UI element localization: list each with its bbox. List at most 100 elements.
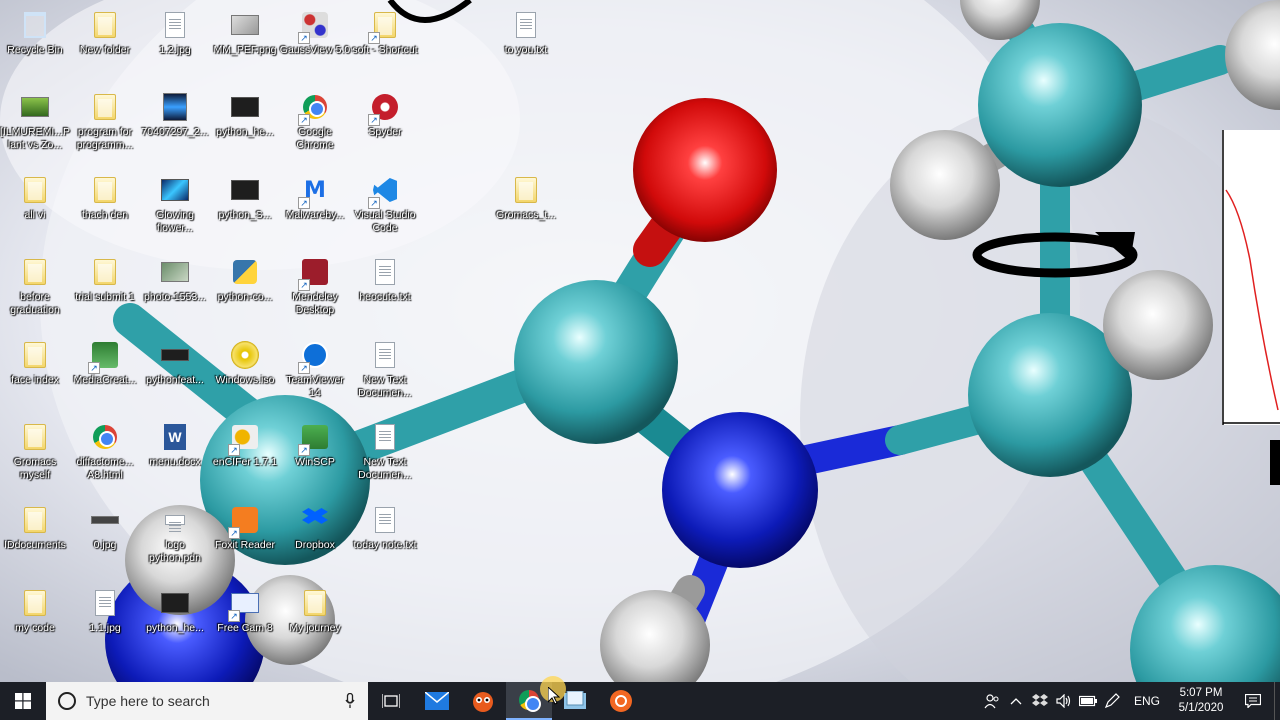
desktop-icon-dropbox[interactable]: Dropbox — [280, 501, 350, 552]
taskbar-mail-button[interactable] — [414, 682, 460, 720]
desktop-icon-spyder[interactable]: Spyder — [350, 88, 420, 139]
desktop-icon-70407297[interactable]: 70407297_2... — [140, 88, 210, 139]
desktop-icon-media-creation[interactable]: MediaCreat... — [70, 336, 140, 387]
freecam-icon — [228, 588, 260, 622]
mendeley-icon — [298, 257, 330, 291]
desktop-icon-new-text-document-2[interactable]: New Text Documen... — [350, 418, 420, 482]
desktop-icon-my-journey[interactable]: My journey — [280, 584, 350, 635]
desktop-icon-gromacs-t[interactable]: Gromacs_t... — [491, 171, 561, 222]
desktop-icon-to-you-txt[interactable]: to you.txt — [491, 6, 561, 57]
microphone-icon[interactable] — [340, 682, 360, 720]
recycle-bin-icon — [20, 10, 50, 40]
desktop-icon-all-vi[interactable]: all vi — [0, 171, 70, 222]
volume-icon[interactable] — [1052, 682, 1076, 720]
desktop-icon-python-he-1[interactable]: python_he... — [210, 88, 280, 139]
desktop-icon-glowing-flower[interactable]: Glowing flower... — [140, 171, 210, 235]
disc-image-icon — [230, 340, 260, 370]
desktop-icon-diffactome-html[interactable]: diffactome... A8.html — [70, 418, 140, 482]
folder-icon — [511, 175, 541, 205]
windows-logo-icon — [15, 693, 31, 709]
teamviewer-icon — [298, 340, 330, 374]
show-desktop-button[interactable] — [1274, 682, 1280, 720]
chrome-icon — [90, 422, 120, 452]
desktop-icon-teamviewer[interactable]: TeamViewer 14 — [280, 336, 350, 400]
desktop-icon-photo-1553[interactable]: photo-1553... — [140, 253, 210, 304]
desktop-icon-1-2-jpg[interactable]: 1.2.jpg — [140, 6, 210, 57]
desktop-icon-gaussview[interactable]: GaussView 5.0 — [280, 6, 350, 57]
desktop-icon-encifer[interactable]: enCIFer 1.7.1 — [210, 418, 280, 469]
desktop-icon-before-graduation[interactable]: before graduation — [0, 253, 70, 317]
folder-icon — [20, 588, 50, 618]
desktop-icon-iddocuments[interactable]: IDdocuments — [0, 501, 70, 552]
desktop-icon-python-s[interactable]: python_S... — [210, 171, 280, 222]
text-file-icon — [370, 505, 400, 535]
system-clock[interactable]: 5:07 PM 5/1/2020 — [1170, 686, 1232, 716]
desktop-icon-today-note-txt[interactable]: today note.txt — [350, 501, 420, 552]
image-file-icon — [230, 10, 260, 40]
desktop-icon-1-1-jpg[interactable]: 1.1.jpg — [70, 584, 140, 635]
gaussview-icon — [298, 10, 330, 44]
malwarebytes-icon: M — [298, 175, 330, 209]
pen-ink-icon[interactable] — [1100, 682, 1124, 720]
desktop-icon-heocute-txt[interactable]: heocute.txt — [350, 253, 420, 304]
folder-icon — [20, 175, 50, 205]
show-hidden-icons-chevron-up-icon[interactable] — [1004, 682, 1028, 720]
desktop-icon-face-index[interactable]: face index — [0, 336, 70, 387]
desktop-icon-0-jpg[interactable]: 0.jpg — [70, 501, 140, 552]
desktop-icon-python-he-2[interactable]: python_he... — [140, 584, 210, 635]
desktop-icon-gromacs-myself[interactable]: Gromacs myself — [0, 418, 70, 482]
desktop-icon-trial-submit-1[interactable]: trial submit 1 — [70, 253, 140, 304]
mail-icon — [425, 692, 449, 710]
action-center-button[interactable] — [1232, 682, 1274, 720]
taskbar-search-box[interactable]: Type here to search — [46, 682, 368, 720]
desktop-icon-free-cam-8[interactable]: Free Cam 8 — [210, 584, 280, 635]
terminal-file-icon — [160, 588, 190, 618]
image-file-icon — [90, 505, 120, 535]
desktop-icon-pythonfeat[interactable]: pythonfeat... — [140, 336, 210, 387]
terminal-file-icon — [160, 340, 190, 370]
word-doc-icon: W — [160, 422, 190, 452]
clock-time: 5:07 PM — [1179, 687, 1223, 699]
game-icon — [20, 92, 50, 122]
desktop-icon-visual-studio-code[interactable]: Visual Studio Code — [350, 171, 420, 235]
desktop-icon-program-for-programm[interactable]: program for programm... — [70, 88, 140, 152]
file-app-icon — [564, 691, 586, 709]
desktop-icon-winscp[interactable]: WinSCP — [280, 418, 350, 469]
battery-icon[interactable] — [1076, 682, 1100, 720]
search-placeholder: Type here to search — [86, 693, 210, 709]
desktop-icon-logo-python-pdn[interactable]: logo python.pdn — [140, 501, 210, 565]
task-view-button[interactable] — [368, 682, 414, 720]
taskbar-record-app-button[interactable] — [598, 682, 644, 720]
start-button[interactable] — [0, 682, 46, 720]
desktop-icon-foxit-reader[interactable]: Foxit Reader — [210, 501, 280, 552]
foxit-icon — [228, 505, 260, 539]
desktop-icon-new-text-document-1[interactable]: New Text Documen... — [350, 336, 420, 400]
desktop-icon-malwarebytes[interactable]: M Malwareby... — [280, 171, 350, 222]
desktop-icon-soft-shortcut[interactable]: soft - Shortcut — [350, 6, 420, 57]
cortana-icon — [58, 692, 76, 710]
desktop-icon-menu-docx[interactable]: W menu.docx — [140, 418, 210, 469]
dropbox-icon — [300, 505, 330, 535]
image-file-icon — [160, 505, 190, 535]
encifer-icon — [228, 422, 260, 456]
folder-icon — [90, 10, 120, 40]
chrome-icon — [519, 690, 541, 712]
desktop-icon-recycle-bin[interactable]: Recycle Bin — [0, 6, 70, 57]
desktop-icon-google-chrome[interactable]: Google Chrome — [280, 88, 350, 152]
desktop-icon-new-folder[interactable]: New folder — [70, 6, 140, 57]
spyder-icon — [368, 92, 400, 126]
winscp-icon — [298, 422, 330, 456]
desktop-icon-plant-vs-zombie[interactable]: [ILMUREMI...Plant vs Zo... — [0, 88, 70, 152]
desktop-icon-mendeley[interactable]: Mendeley Desktop — [280, 253, 350, 317]
desktop-icon-thach-den[interactable]: thach den — [70, 171, 140, 222]
desktop-icon-windows-iso[interactable]: Windows.iso — [210, 336, 280, 387]
taskbar-game-app-button[interactable] — [460, 682, 506, 720]
dropbox-tray-icon[interactable] — [1028, 682, 1052, 720]
desktop-icon-python-co[interactable]: python-co... — [210, 253, 280, 304]
people-icon[interactable] — [980, 682, 1004, 720]
desktop-icon-mm-pef-png[interactable]: MM_PEF.png — [210, 6, 280, 57]
record-app-icon — [610, 690, 632, 712]
desktop-icon-my-code[interactable]: my code — [0, 584, 70, 635]
chrome-icon — [298, 92, 330, 126]
language-indicator[interactable]: ENG — [1124, 694, 1170, 708]
